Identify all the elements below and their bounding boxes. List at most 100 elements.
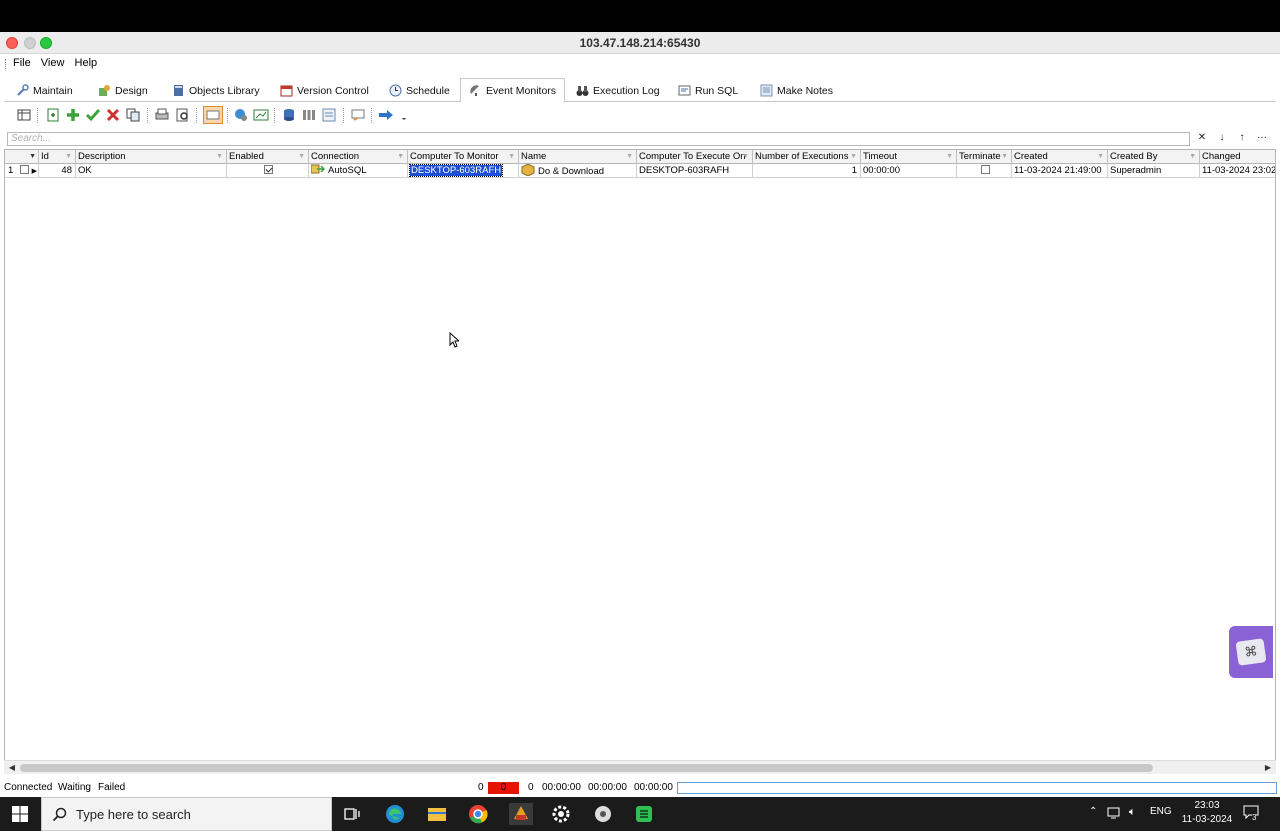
cell-computer-to-execute-on[interactable]: DESKTOP-603RAFH <box>637 164 753 178</box>
comment-icon[interactable] <box>350 107 366 123</box>
menu-file[interactable]: File <box>13 57 31 69</box>
menu-help[interactable]: Help <box>75 57 98 69</box>
main-tab-bar: Maintain Design Objects Library Version … <box>4 77 1276 103</box>
tab-execution-log[interactable]: Execution Log <box>568 79 668 102</box>
scrollbar-thumb[interactable] <box>20 764 1153 772</box>
language-indicator[interactable]: ENG <box>1150 806 1172 817</box>
column-header-terminate[interactable]: Terminate ▼ <box>957 150 1012 164</box>
application-window: File View Help Maintain Design Objects L… <box>0 54 1280 797</box>
row-select-checkbox[interactable] <box>19 165 29 174</box>
taskbar-search-input[interactable]: Type here to search <box>41 797 332 831</box>
menu-view[interactable]: View <box>41 57 65 69</box>
columns-icon[interactable] <box>301 107 317 123</box>
cell-name[interactable]: Do & Download <box>519 164 637 178</box>
green-app-icon[interactable] <box>633 803 655 825</box>
column-header-created[interactable]: Created ▼ <box>1012 150 1108 164</box>
selected-cell-text[interactable]: DESKTOP-603RAFH <box>408 164 504 177</box>
print-preview-icon[interactable] <box>175 107 191 123</box>
column-header-name[interactable]: Name ▼ <box>519 150 637 164</box>
column-header-id[interactable]: Id ▼ <box>39 150 76 164</box>
horizontal-scrollbar[interactable]: ◀ ▶ <box>4 760 1276 774</box>
notifications-button[interactable]: 3 <box>1243 805 1261 823</box>
column-header-timeout[interactable]: Timeout ▼ <box>861 150 957 164</box>
network-icon[interactable] <box>1107 806 1123 820</box>
file-explorer-icon[interactable] <box>426 803 448 825</box>
cell-connection[interactable]: AutoSQL <box>309 164 408 178</box>
grid-settings-icon[interactable] <box>16 107 32 123</box>
taskbar-clock[interactable]: 23:03 11-03-2024 <box>1181 799 1233 827</box>
tab-label: Objects Library <box>189 85 260 97</box>
command-icon: ⌘ <box>1235 638 1267 666</box>
cell-created-by[interactable]: Superadmin <box>1108 164 1200 178</box>
tab-version-control[interactable]: Version Control <box>272 79 377 102</box>
column-header-computer-to-monitor[interactable]: Computer To Monitor ▼ <box>408 150 519 164</box>
tab-make-notes[interactable]: Make Notes <box>752 79 841 102</box>
cell-id[interactable]: 48 <box>39 164 76 178</box>
clear-search-icon[interactable]: ✕ <box>1195 131 1209 145</box>
column-header-changed[interactable]: Changed <box>1200 150 1275 164</box>
cell-enabled[interactable] <box>227 164 309 178</box>
search-previous-icon[interactable]: ↑ <box>1235 131 1249 145</box>
column-header-computer-to-execute-on[interactable]: Computer To Execute On ▼ <box>637 150 753 164</box>
filter-grid-icon[interactable] <box>321 107 337 123</box>
database-icon[interactable] <box>281 107 297 123</box>
column-header-enabled[interactable]: Enabled ▼ <box>227 150 309 164</box>
volume-icon[interactable]: 🔈︎ <box>1129 806 1136 819</box>
print-icon[interactable] <box>154 107 170 123</box>
task-view-icon[interactable] <box>341 803 363 825</box>
status-count-right: 0 <box>528 782 534 793</box>
table-row[interactable]: 1 ▶ 48 OK AutoSQL DESKTOP-603RAFH Do & D… <box>5 164 1275 178</box>
cell-changed[interactable]: 11-03-2024 23:02 <box>1200 164 1275 178</box>
copy-icon[interactable] <box>125 107 141 123</box>
layout-toggle-icon[interactable] <box>203 106 223 124</box>
search-input[interactable]: Search... <box>7 132 1190 146</box>
column-header-number-of-executions[interactable]: Number of Executions ▼ <box>753 150 861 164</box>
cell-created[interactable]: 11-03-2024 21:49:00 <box>1012 164 1108 178</box>
tab-event-monitors[interactable]: Event Monitors <box>460 78 566 103</box>
enabled-checkbox[interactable] <box>264 165 273 174</box>
settings-gear-icon[interactable] <box>550 803 572 825</box>
cell-number-of-executions[interactable]: 1 <box>753 164 861 178</box>
arrow-right-icon[interactable] <box>378 107 394 123</box>
show-hidden-icons-icon[interactable]: ⌃ <box>1089 806 1097 817</box>
globe-settings-icon[interactable] <box>233 107 249 123</box>
row-indicator[interactable]: 1 ▶ <box>5 164 39 178</box>
search-options-icon[interactable]: ··· <box>1255 131 1269 145</box>
row-indicator-header[interactable]: ▼ <box>5 150 39 164</box>
column-header-created-by[interactable]: Created By ▼ <box>1108 150 1200 164</box>
cell-computer-to-monitor[interactable]: DESKTOP-603RAFH <box>408 164 519 178</box>
add-icon[interactable] <box>65 107 81 123</box>
status-bar: Connected Waiting Failed 0 0 0 00:00:00 … <box>0 779 1280 797</box>
tab-maintain[interactable]: Maintain <box>8 79 81 102</box>
windows-start-icon[interactable] <box>12 806 28 822</box>
satellite-icon <box>470 85 479 96</box>
dropdown-arrow-icon[interactable] <box>400 107 408 123</box>
autosql-app-icon[interactable] <box>509 803 533 825</box>
tab-schedule[interactable]: Schedule <box>381 79 458 102</box>
row-pointer-icon: ▶ <box>31 168 37 175</box>
column-header-connection[interactable]: Connection ▼ <box>309 150 408 164</box>
status-count-left: 0 <box>478 782 484 793</box>
cell-description[interactable]: OK <box>76 164 227 178</box>
scroll-right-icon[interactable]: ▶ <box>1262 761 1274 775</box>
search-next-icon[interactable]: ↓ <box>1215 131 1229 145</box>
tab-run-sql[interactable]: Run SQL <box>670 79 746 102</box>
tab-label: Execution Log <box>593 85 660 97</box>
tab-objects-library[interactable]: Objects Library <box>164 79 268 102</box>
new-record-icon[interactable] <box>45 107 61 123</box>
cell-terminate[interactable] <box>957 164 1012 178</box>
app-disc-icon[interactable] <box>592 803 614 825</box>
column-header-description[interactable]: Description ▼ <box>76 150 227 164</box>
toolbar <box>4 104 1276 128</box>
floating-shortcut-button[interactable]: ⌘ <box>1229 626 1273 678</box>
chrome-browser-icon[interactable] <box>467 803 489 825</box>
terminate-checkbox[interactable] <box>980 165 990 174</box>
delete-icon[interactable] <box>105 107 121 123</box>
edge-browser-icon[interactable] <box>384 803 406 825</box>
save-check-icon[interactable] <box>85 107 101 123</box>
tab-design[interactable]: Design <box>90 79 156 102</box>
cell-timeout[interactable]: 00:00:00 <box>861 164 957 178</box>
tab-label: Maintain <box>33 85 73 97</box>
scroll-left-icon[interactable]: ◀ <box>6 761 18 775</box>
export-icon[interactable] <box>253 107 269 123</box>
